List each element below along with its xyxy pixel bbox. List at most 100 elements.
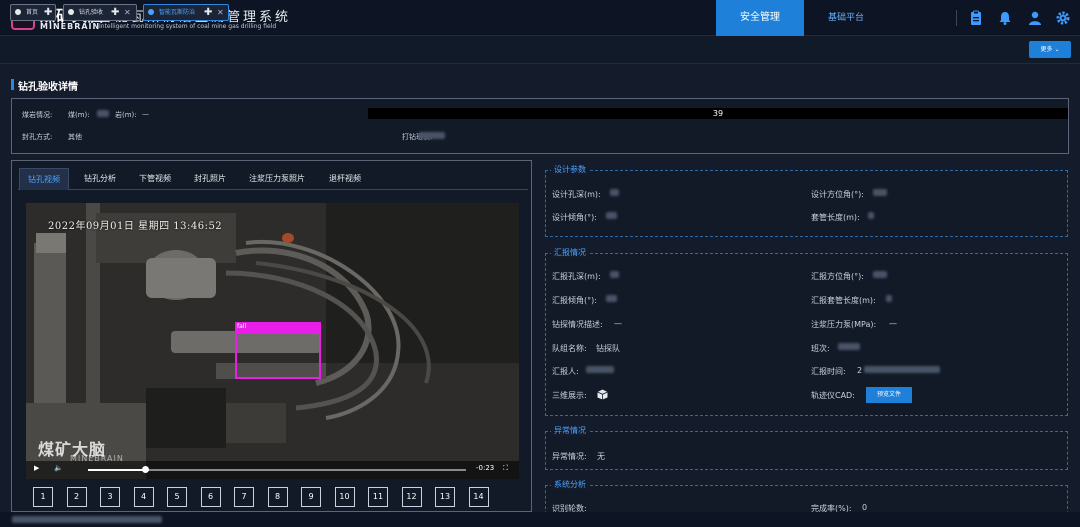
shift-label: 班次: <box>811 344 830 353</box>
play-icon[interactable]: ▶ <box>34 464 39 472</box>
design-params-title: 设计参数 <box>551 164 589 175</box>
segment-button[interactable]: 1 <box>33 487 53 507</box>
segment-button[interactable]: 6 <box>200 487 221 507</box>
tab-drill-video[interactable]: 钻孔视频 <box>19 168 69 190</box>
bell-icon[interactable] <box>997 10 1013 26</box>
tab-home[interactable]: 首页 ✚ <box>10 4 56 21</box>
more-button[interactable]: 更多 ⌄ <box>1029 41 1071 58</box>
abnormal-title: 异常情况 <box>551 425 589 436</box>
detection-label: fall <box>235 322 321 332</box>
tab-drill-acceptance[interactable]: 钻孔验收 ✚ ✕ <box>63 4 137 21</box>
reporter-label: 汇报人: <box>552 367 579 376</box>
volume-icon[interactable]: 🔈 <box>54 464 63 472</box>
segment-button[interactable]: 12 <box>401 487 422 507</box>
tab-dot-icon <box>68 9 74 15</box>
design-inclination-value-redacted <box>606 211 617 220</box>
seek-handle[interactable] <box>141 466 149 473</box>
tab-pump-photo[interactable]: 注浆压力泵照片 <box>240 168 314 190</box>
report-azimuth-value-redacted <box>873 270 887 279</box>
close-icon[interactable]: ✕ <box>124 5 131 20</box>
cube-icon[interactable] <box>597 389 608 400</box>
pump-pressure-value: — <box>889 319 897 328</box>
segment-button[interactable]: 14 <box>468 487 489 507</box>
progress-bar: 39 <box>368 108 1068 119</box>
video-timestamp: 2022年09月01日 星期四 13:46:52 <box>48 221 223 232</box>
footer-text-redacted <box>12 516 162 523</box>
page-tab-strip <box>0 37 1080 64</box>
coal-label: 煤(m): <box>68 111 90 119</box>
tab-gas-prevention[interactable]: 智能瓦斯防治 ✚ ✕ <box>143 4 229 21</box>
segment-button[interactable]: 9 <box>301 487 321 507</box>
header-divider <box>956 10 957 26</box>
three-d-label: 三维展示: <box>552 391 587 400</box>
settings-icon[interactable] <box>1055 10 1071 26</box>
team-value: 钻探队 <box>596 344 620 353</box>
clipboard-icon[interactable] <box>968 10 984 26</box>
segment-button[interactable]: 5 <box>167 487 187 507</box>
coal-rock-label: 煤岩情况: <box>22 111 53 119</box>
report-inclination-label: 汇报倾角(°): <box>552 296 597 305</box>
rock-value: — <box>142 110 149 118</box>
segment-button[interactable]: 8 <box>267 487 288 507</box>
brand-name-en: MINEBRAIN <box>40 22 101 31</box>
tab-pipe-video[interactable]: 下管视频 <box>130 168 180 190</box>
report-casing-value-redacted <box>886 294 892 303</box>
seal-value: 其他 <box>68 133 82 141</box>
pin-icon[interactable]: ✚ <box>204 5 212 20</box>
pin-icon[interactable]: ✚ <box>44 5 52 20</box>
segment-button[interactable]: 10 <box>334 487 355 507</box>
report-time-value: 2 <box>857 366 863 375</box>
seal-label: 封孔方式: <box>22 133 53 141</box>
segment-button[interactable]: 2 <box>66 487 87 507</box>
tab-label: 首页 <box>26 9 39 16</box>
nav-safety-management[interactable]: 安全管理 <box>716 0 804 36</box>
tab-drill-analysis[interactable]: 钻孔分析 <box>75 168 125 190</box>
preview-file-button[interactable]: 预览文件 <box>866 387 912 403</box>
video-controls: ▶ 🔈 -0:23 ⛶ <box>26 461 519 479</box>
title-accent-bar <box>11 79 14 90</box>
time-remaining: -0:23 <box>476 464 495 472</box>
casing-length-label: 套管长度(m): <box>811 213 860 222</box>
segment-button[interactable]: 11 <box>368 487 388 507</box>
drill-description-value: — <box>614 319 622 328</box>
design-azimuth-label: 设计方位角(°): <box>811 190 864 199</box>
cad-label: 轨迹仪CAD: <box>811 391 855 400</box>
segment-button[interactable]: 7 <box>234 487 254 507</box>
reporter-value-redacted <box>586 365 614 374</box>
report-title: 汇报情况 <box>551 247 589 258</box>
tab-label: 钻孔验收 <box>79 9 104 16</box>
tab-retract-video[interactable]: 退杆视频 <box>320 168 370 190</box>
design-azimuth-value-redacted <box>873 188 887 197</box>
tab-dot-icon <box>15 9 21 15</box>
nav-base-platform[interactable]: 基础平台 <box>810 0 882 36</box>
report-time-redacted <box>864 365 940 374</box>
design-depth-value-redacted <box>610 188 619 197</box>
fullscreen-icon[interactable]: ⛶ <box>503 464 508 473</box>
more-button-label: 更多 <box>1040 46 1053 53</box>
shift-value-redacted <box>838 342 860 351</box>
segment-button[interactable]: 4 <box>133 487 154 507</box>
tab-label: 智能瓦斯防治 <box>159 9 196 16</box>
video-player[interactable]: 2022年09月01日 星期四 13:46:52 fall 煤矿大脑 MINEB… <box>26 203 519 479</box>
report-time-label: 汇报时间: <box>811 367 846 376</box>
segment-button[interactable]: 13 <box>435 487 455 507</box>
segment-button[interactable]: 3 <box>100 487 120 507</box>
user-icon[interactable] <box>1027 10 1043 26</box>
analysis-title: 系统分析 <box>551 479 589 490</box>
progress-value: 39 <box>712 109 724 118</box>
close-icon[interactable]: ✕ <box>217 5 224 20</box>
pin-icon[interactable]: ✚ <box>111 5 119 20</box>
seek-bar[interactable] <box>88 466 466 473</box>
footer-bar <box>0 512 1080 527</box>
report-depth-value-redacted <box>610 270 619 279</box>
tab-seal-photo[interactable]: 封孔照片 <box>185 168 235 190</box>
report-azimuth-label: 汇报方位角(°): <box>811 272 864 281</box>
system-subtitle: Intelligent monitoring system of coal mi… <box>99 23 277 30</box>
report-panel: 汇报情况 <box>545 247 1068 416</box>
rock-label: 岩(m): <box>115 111 137 119</box>
detection-box <box>235 332 321 379</box>
completion-rate-value: 0 <box>862 503 868 512</box>
design-params-panel: 设计参数 <box>545 164 1068 237</box>
drill-leader-value-redacted <box>419 131 445 139</box>
design-inclination-label: 设计倾角(°): <box>552 213 597 222</box>
